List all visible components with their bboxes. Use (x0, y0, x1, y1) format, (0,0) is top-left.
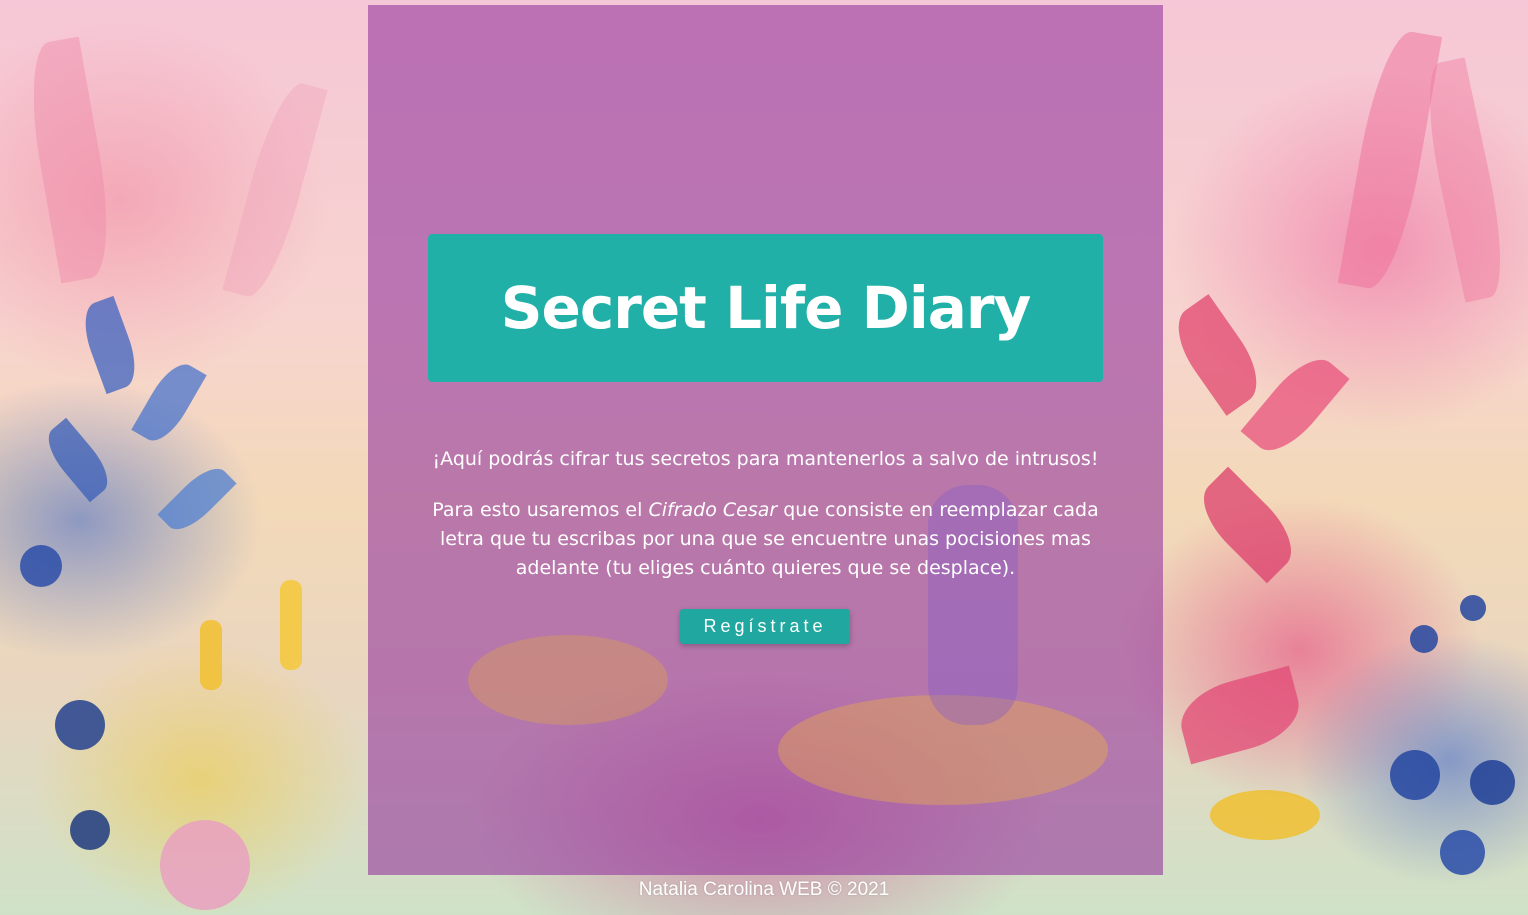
berry-decoration (55, 700, 105, 750)
title-banner: Secret Life Diary (428, 234, 1103, 382)
leaf-decoration (1415, 57, 1515, 303)
berry-decoration (200, 620, 222, 690)
leaf-decoration (19, 36, 121, 284)
leaf-decoration (222, 77, 328, 303)
berry-decoration (1460, 595, 1486, 621)
berry-decoration (1440, 830, 1485, 875)
berry-decoration (1390, 750, 1440, 800)
leaf-decoration (1189, 466, 1306, 584)
leaf-decoration (75, 295, 145, 395)
berry-decoration (1410, 625, 1438, 653)
leaf-decoration (157, 459, 237, 539)
berry-decoration (70, 810, 110, 850)
footer-credit: Natalia Carolina WEB © 2021 (638, 879, 890, 900)
cipher-name: Cifrado Cesar (648, 499, 778, 521)
main-panel: Secret Life Diary ¡Aquí podrás cifrar tu… (368, 5, 1163, 875)
flower-decoration (1210, 790, 1320, 840)
leaf-decoration (1163, 294, 1272, 416)
leaf-decoration (38, 417, 118, 503)
description-text-start: Para esto usaremos el (432, 499, 649, 521)
berry-decoration (280, 580, 302, 670)
berry-decoration (1470, 760, 1515, 805)
register-button[interactable]: Regístrate (680, 609, 850, 644)
leaf-decoration (1240, 346, 1350, 464)
leaf-decoration (1172, 665, 1308, 765)
leaf-decoration (131, 356, 207, 449)
intro-text: ¡Aquí podrás cifrar tus secretos para ma… (432, 448, 1099, 470)
page-title: Secret Life Diary (500, 274, 1032, 342)
description-text: Para esto usaremos el Cifrado Cesar que … (408, 496, 1123, 583)
flower-decoration (468, 635, 668, 725)
leaf-decoration (1337, 26, 1443, 294)
berry-decoration (20, 545, 62, 587)
